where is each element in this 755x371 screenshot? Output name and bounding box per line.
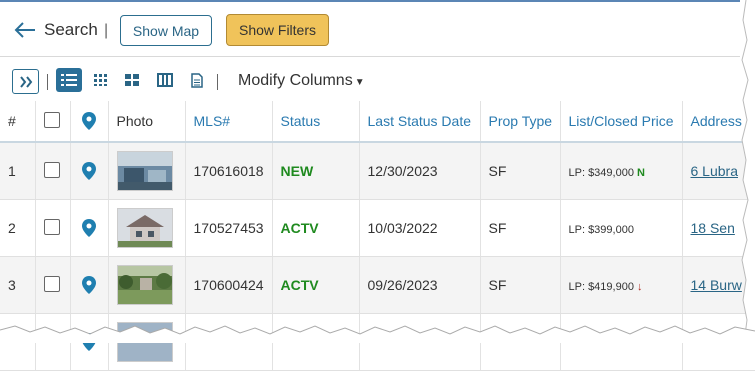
- columns-view-button[interactable]: [152, 68, 178, 92]
- row-map[interactable]: [70, 142, 109, 200]
- row-number: 3: [0, 256, 36, 314]
- property-photo[interactable]: [116, 265, 173, 305]
- map-pin-icon[interactable]: [82, 162, 96, 180]
- row-select[interactable]: [35, 142, 71, 200]
- property-photo[interactable]: [116, 151, 173, 191]
- show-filters-button[interactable]: Show Filters: [226, 14, 329, 46]
- table-row[interactable]: 1 170616018 NEW 12/30/2023 SF LP: $349,0…: [0, 142, 755, 200]
- grid-small-icon: [94, 74, 107, 86]
- price-text: LP: $399,000: [568, 224, 634, 236]
- arrow-left-icon: [14, 22, 35, 38]
- address-link[interactable]: 6 Lubra: [691, 163, 738, 179]
- map-pin-icon[interactable]: [82, 219, 96, 237]
- modify-columns-label: Modify Columns: [238, 72, 353, 89]
- columns-icon: [157, 73, 173, 87]
- price-text: LP: $349,000: [568, 167, 634, 179]
- document-icon: [191, 72, 203, 88]
- row-price: LP: $349,000 N: [560, 142, 683, 200]
- modify-columns-dropdown[interactable]: Modify Columns ▼: [238, 72, 365, 90]
- map-pin-icon: [82, 112, 96, 130]
- back-to-search[interactable]: Search: [14, 20, 98, 40]
- row-photo-cell[interactable]: [108, 142, 186, 200]
- list-view-icon: [61, 74, 77, 86]
- row-prop-type: SF: [480, 142, 561, 200]
- address-link[interactable]: 18 Sen: [691, 220, 735, 236]
- row-map[interactable]: [70, 199, 109, 257]
- row-price: LP: $419,900 ↓: [560, 256, 683, 314]
- new-badge: N: [636, 167, 645, 179]
- row-number: 2: [0, 199, 36, 257]
- row-date: 09/26/2023: [359, 256, 481, 314]
- row-checkbox[interactable]: [43, 218, 60, 235]
- col-header-mls[interactable]: MLS#: [185, 101, 273, 143]
- row-map[interactable]: [70, 256, 109, 314]
- grid-large-view-button[interactable]: [119, 68, 145, 92]
- torn-edge-bottom: [0, 325, 755, 343]
- list-view-button[interactable]: [56, 68, 82, 92]
- price-drop-arrow-icon: ↓: [636, 281, 643, 293]
- col-header-select[interactable]: [35, 101, 71, 143]
- table-row[interactable]: 3 170600424 ACTV 09/26/2023 SF LP: $419,…: [0, 256, 755, 314]
- row-date: 10/03/2022: [359, 199, 481, 257]
- price-text: LP: $419,900: [568, 281, 634, 293]
- results-toolbar: Modify Columns ▼: [0, 57, 740, 101]
- property-photo[interactable]: [116, 208, 173, 248]
- row-prop-type: SF: [480, 256, 561, 314]
- address-link[interactable]: 14 Burw: [691, 277, 742, 293]
- row-status: ACTV: [272, 199, 360, 257]
- toolbar-divider: [217, 74, 218, 90]
- row-price: LP: $399,000: [560, 199, 683, 257]
- back-label: Search: [44, 20, 98, 39]
- top-bar: Search | Show Map Show Filters: [0, 0, 740, 56]
- row-checkbox[interactable]: [43, 275, 60, 292]
- expand-panel-button[interactable]: [12, 69, 39, 94]
- col-header-number: #: [0, 101, 36, 143]
- caret-down-icon: ▼: [354, 77, 365, 88]
- torn-edge-right: [740, 0, 755, 343]
- table-row[interactable]: 2 170527453 ACTV 10/03/2022 SF LP: $399,…: [0, 199, 755, 257]
- row-prop-type: SF: [480, 199, 561, 257]
- divider: |: [104, 22, 109, 39]
- status-badge: NEW: [280, 163, 314, 179]
- col-header-photo: Photo: [108, 101, 186, 143]
- row-number: 1: [0, 142, 36, 200]
- row-photo-cell[interactable]: [108, 199, 186, 257]
- col-header-map: [70, 101, 109, 143]
- col-header-price[interactable]: List/Closed Price: [560, 101, 683, 143]
- map-pin-icon[interactable]: [82, 276, 96, 294]
- status-badge: ACTV: [280, 277, 319, 293]
- document-view-button[interactable]: [184, 68, 210, 92]
- col-header-last-status-date[interactable]: Last Status Date: [359, 101, 481, 143]
- row-mls: 170600424: [185, 256, 273, 314]
- grid-large-icon: [125, 74, 139, 86]
- row-mls: 170616018: [185, 142, 273, 200]
- col-header-status[interactable]: Status: [272, 101, 360, 143]
- row-checkbox[interactable]: [43, 161, 60, 178]
- col-header-prop-type[interactable]: Prop Type: [480, 101, 561, 143]
- row-select[interactable]: [35, 199, 71, 257]
- show-map-button[interactable]: Show Map: [120, 15, 212, 46]
- status-badge: ACTV: [280, 220, 319, 236]
- row-date: 12/30/2023: [359, 142, 481, 200]
- select-all-checkbox[interactable]: [43, 111, 60, 128]
- row-status: NEW: [272, 142, 360, 200]
- double-chevron-right-icon: [19, 75, 32, 88]
- toolbar-divider: [47, 74, 48, 90]
- grid-small-view-button[interactable]: [88, 68, 114, 92]
- row-select[interactable]: [35, 256, 71, 314]
- row-mls: 170527453: [185, 199, 273, 257]
- row-photo-cell[interactable]: [108, 256, 186, 314]
- row-status: ACTV: [272, 256, 360, 314]
- table-header-row: # Photo MLS# Status Last Status Date Pro…: [0, 101, 755, 143]
